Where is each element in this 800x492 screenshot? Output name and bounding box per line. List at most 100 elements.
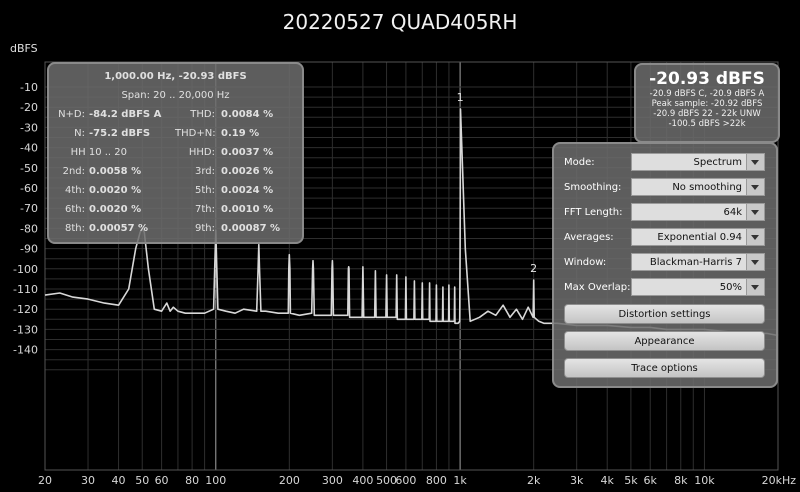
stats-label: HHD: <box>188 147 215 158</box>
level-readout-panel: -20.93 dBFS -20.9 dBFS C, -20.9 dBFS A P… <box>634 63 780 143</box>
stats-value: -84.2 dBFS A <box>89 109 162 120</box>
x-tick-label: 100 <box>205 474 226 487</box>
stats-value: 0.0084 % <box>221 109 274 120</box>
x-tick-label: 40 <box>112 474 126 487</box>
chevron-down-icon[interactable] <box>746 204 764 220</box>
y-tick-label: -130 <box>13 323 38 336</box>
setting-dropdown[interactable]: Exponential 0.94 <box>631 228 765 246</box>
stats-label: 3rd: <box>194 166 215 177</box>
stats-value: 0.00057 % <box>89 223 149 234</box>
stats-label: 4th: <box>65 185 85 196</box>
setting-label: Smoothing: <box>564 182 622 193</box>
appearance-button[interactable]: Appearance <box>564 331 765 351</box>
setting-row: Mode: Spectrum <box>562 153 767 173</box>
level-line-4: -100.5 dBFS >22k <box>668 119 746 129</box>
y-tick-label: -140 <box>13 344 38 357</box>
y-tick-label: -70 <box>20 202 38 215</box>
stats-label: 5th: <box>195 185 215 196</box>
setting-row: Max Overlap: 50% <box>562 278 767 298</box>
chevron-down-icon[interactable] <box>746 279 764 295</box>
stats-value: 0.0037 % <box>221 147 274 158</box>
stats-label: 8th: <box>65 223 85 234</box>
stats-value: -75.2 dBFS <box>89 128 151 139</box>
x-tick-label: 2k <box>527 474 541 487</box>
x-tick-label: 400 <box>352 474 373 487</box>
setting-row: FFT Length: 64k <box>562 203 767 223</box>
stats-value: 0.0026 % <box>221 166 274 177</box>
x-tick-label: 60 <box>155 474 169 487</box>
stats-value: 0.00087 % <box>221 223 281 234</box>
stats-label: N: <box>74 128 85 139</box>
y-tick-label: -20 <box>20 101 38 114</box>
setting-label: Mode: <box>564 157 595 168</box>
x-tick-label: 8k <box>674 474 688 487</box>
stats-label: THD+N: <box>175 128 216 139</box>
x-tick-label: 200 <box>279 474 300 487</box>
setting-row: Smoothing: No smoothing <box>562 178 767 198</box>
setting-dropdown[interactable]: Blackman-Harris 7 <box>631 253 765 271</box>
x-tick-label: 800 <box>426 474 447 487</box>
x-tick-label: 6k <box>644 474 658 487</box>
stats-label: THD: <box>190 109 215 120</box>
stats-value: 0.0010 % <box>221 204 274 215</box>
x-tick-label: 4k <box>601 474 615 487</box>
stats-label: 7th: <box>195 204 215 215</box>
setting-label: Window: <box>564 257 607 268</box>
setting-row: Averages: Exponential 0.94 <box>562 228 767 248</box>
x-tick-label: 20kHz <box>762 474 797 487</box>
x-tick-label: 5k <box>624 474 638 487</box>
stats-label: 2nd: <box>62 166 85 177</box>
y-tick-label: -100 <box>13 263 38 276</box>
y-tick-label: -60 <box>20 182 38 195</box>
peak-markers: 12 <box>457 91 538 275</box>
stats-value: 0.19 % <box>221 128 260 139</box>
x-tick-label: 50 <box>135 474 149 487</box>
chevron-down-icon[interactable] <box>746 154 764 170</box>
stats-value: 0.0058 % <box>89 166 142 177</box>
stats-value: 0.0024 % <box>221 185 274 196</box>
stats-header: 1,000.00 Hz, -20.93 dBFS <box>104 71 247 82</box>
peak-marker-label: 2 <box>530 262 537 275</box>
distortion-stats-panel: 1,000.00 Hz, -20.93 dBFS Span: 20 .. 20,… <box>47 62 304 244</box>
x-tick-label: 80 <box>185 474 199 487</box>
x-tick-label: 3k <box>570 474 584 487</box>
dropdown-value: 64k <box>723 207 742 218</box>
peak-marker-label: 1 <box>457 91 464 104</box>
level-line-2: Peak sample: -20.92 dBFS <box>651 99 763 109</box>
x-tick-label: 1k <box>453 474 467 487</box>
setting-label: Averages: <box>564 232 614 243</box>
stats-span: Span: 20 .. 20,000 Hz <box>121 90 230 101</box>
chevron-down-icon[interactable] <box>746 229 764 245</box>
setting-dropdown[interactable]: Spectrum <box>631 153 765 171</box>
level-line-1: -20.9 dBFS C, -20.9 dBFS A <box>649 89 765 99</box>
chart-title: 20220527 QUAD405RH <box>282 10 518 34</box>
y-tick-label: -110 <box>13 283 38 296</box>
setting-dropdown[interactable]: No smoothing <box>631 178 765 196</box>
distortion-settings-button[interactable]: Distortion settings <box>564 304 765 324</box>
chevron-down-icon[interactable] <box>746 254 764 270</box>
y-tick-label: -50 <box>20 162 38 175</box>
stats-label: N+D: <box>58 109 85 120</box>
stats-label: HH 10 .. 20 <box>70 147 127 158</box>
x-tick-label: 500 <box>376 474 397 487</box>
y-tick-label: -10 <box>20 81 38 94</box>
setting-dropdown[interactable]: 64k <box>631 203 765 221</box>
y-tick-label: -30 <box>20 121 38 134</box>
x-tick-label: 10k <box>694 474 715 487</box>
dropdown-value: Exponential 0.94 <box>657 232 742 243</box>
x-tick-label: 300 <box>322 474 343 487</box>
stats-value: 0.0020 % <box>89 185 142 196</box>
setting-label: Max Overlap: <box>564 282 631 293</box>
level-line-3: -20.9 dBFS 22 - 22k UNW <box>653 109 761 119</box>
x-tick-label: 600 <box>395 474 416 487</box>
dropdown-value: Spectrum <box>693 157 742 168</box>
dropdown-value: No smoothing <box>672 182 742 193</box>
trace-options-button[interactable]: Trace options <box>564 358 765 378</box>
setting-dropdown[interactable]: 50% <box>631 278 765 296</box>
level-main: -20.93 dBFS <box>649 69 765 89</box>
dropdown-value: 50% <box>719 282 742 293</box>
stats-label: 9th: <box>195 223 215 234</box>
y-tick-label: -120 <box>13 303 38 316</box>
stats-label: 6th: <box>65 204 85 215</box>
chevron-down-icon[interactable] <box>746 179 764 195</box>
